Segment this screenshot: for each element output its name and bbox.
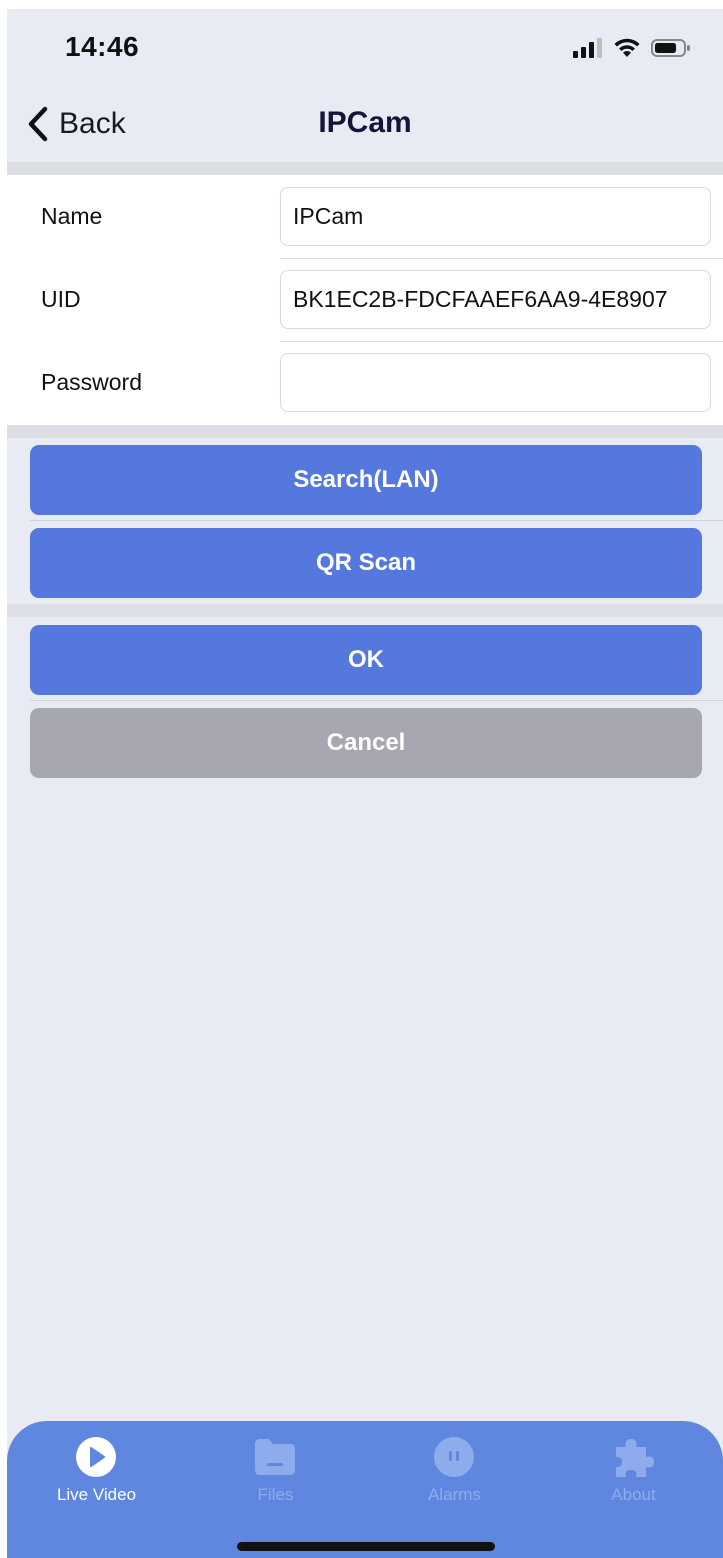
camera-form: Name UID Password: [7, 175, 723, 425]
status-icons: [573, 37, 691, 59]
uid-row: UID: [7, 258, 723, 341]
tab-label: Files: [257, 1485, 294, 1504]
status-bar: 14:46: [7, 9, 723, 84]
tab-alarms[interactable]: Alarms: [365, 1421, 544, 1521]
tab-label: Alarms: [428, 1485, 481, 1504]
navigation-bar: Back IPCam: [7, 84, 723, 162]
tab-files[interactable]: Files: [186, 1421, 365, 1521]
qr-scan-button[interactable]: QR Scan: [30, 528, 702, 598]
status-time: 14:46: [65, 31, 140, 62]
puzzle-icon: [616, 1439, 654, 1477]
folder-icon: [255, 1439, 295, 1475]
uid-label: UID: [41, 286, 81, 312]
tab-label: About: [611, 1485, 656, 1504]
signal-icon: [573, 38, 602, 58]
page-title: IPCam: [318, 106, 412, 139]
tab-bar: Live Video Files Alarms About: [7, 1421, 723, 1558]
home-indicator: [237, 1542, 495, 1551]
battery-icon: [651, 39, 690, 57]
uid-field[interactable]: [280, 270, 711, 329]
app-screen: 14:46 Back IPCam Name IPCam UID BK1EC2B-…: [7, 9, 723, 1558]
section-separator: [7, 604, 723, 617]
button-divider: [30, 520, 723, 521]
password-field[interactable]: [280, 353, 711, 412]
section-separator: [7, 425, 723, 438]
section-separator: [7, 162, 723, 175]
name-row: Name: [7, 175, 723, 258]
play-icon: [76, 1437, 116, 1477]
name-label: Name: [41, 203, 103, 229]
tab-live-video[interactable]: Live Video: [7, 1421, 186, 1521]
search-lan-button[interactable]: Search(LAN): [30, 445, 702, 515]
name-field[interactable]: [280, 187, 711, 246]
ok-button[interactable]: OK: [30, 625, 702, 695]
wifi-icon: [614, 38, 640, 57]
alarm-icon: [433, 1437, 474, 1477]
button-divider: [30, 700, 723, 701]
password-row: Password: [7, 341, 723, 424]
password-label: Password: [41, 369, 142, 395]
cancel-button[interactable]: Cancel: [30, 708, 702, 778]
tab-about[interactable]: About: [544, 1421, 723, 1521]
tab-label: Live Video: [56, 1485, 137, 1504]
